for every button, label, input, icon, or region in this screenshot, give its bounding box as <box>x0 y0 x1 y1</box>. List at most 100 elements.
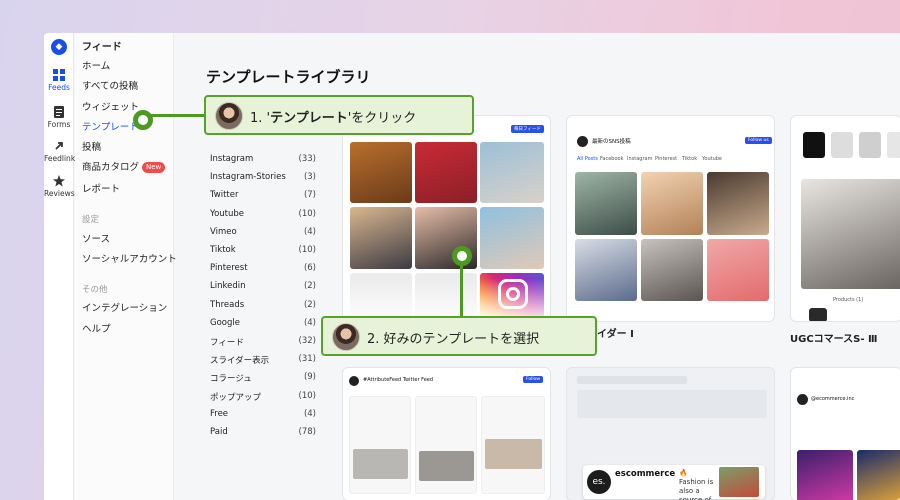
sidebar-item-home[interactable]: ホーム <box>82 58 110 72</box>
card-follow-button[interactable]: Follow <box>523 376 544 383</box>
tweet-card[interactable] <box>415 396 477 494</box>
step2-marker <box>452 246 472 266</box>
post-thumbnail[interactable] <box>641 239 703 301</box>
sidebar-heading-feed: フィード <box>82 42 122 53</box>
filter-item[interactable]: Google (4) <box>210 318 316 328</box>
card-follow-button[interactable]: Follow us <box>745 137 772 144</box>
tweet-card[interactable] <box>481 396 545 494</box>
filter-label: コラージュ <box>210 374 252 385</box>
post-thumbnail[interactable] <box>415 142 477 203</box>
filter-item[interactable]: Paid (78) <box>210 427 316 437</box>
video-thumbnail[interactable] <box>797 450 853 500</box>
filter-item[interactable]: ポップアップ (10) <box>210 391 316 403</box>
filter-label: Threads <box>210 299 245 310</box>
tab-all-posts[interactable]: All Posts <box>577 156 598 162</box>
sidebar-item-product-catalog[interactable]: 商品カタログ New <box>82 159 166 173</box>
video-thumbnail[interactable] <box>857 450 900 500</box>
filter-count: (10) <box>298 390 316 401</box>
filter-label: Youtube <box>210 208 244 219</box>
filter-label: Instagram <box>210 154 254 164</box>
brand-avatar: es. <box>587 470 611 494</box>
rail-label: Forms <box>47 120 71 129</box>
post-thumbnail[interactable] <box>707 239 769 301</box>
template-card-ugc-commerce[interactable]: Products (1) <box>790 115 900 322</box>
filter-item[interactable]: Free (4) <box>210 409 316 419</box>
sidebar-item-sources[interactable]: ソース <box>82 231 110 245</box>
sidebar-item-social-accounts[interactable]: ソーシャルアカウント <box>82 251 177 265</box>
tab-facebook[interactable]: Facebook <box>600 156 624 162</box>
filter-label: Pinterest <box>210 263 248 274</box>
filter-item[interactable]: Instagram (33) <box>210 154 316 164</box>
products-label: Products (1) <box>833 297 864 303</box>
step1-prefix: 1. ' <box>250 111 271 126</box>
filter-count: (4) <box>303 317 316 328</box>
tab-tiktok[interactable]: Tiktok <box>682 156 697 162</box>
app-logo-icon[interactable]: ◆ <box>51 39 67 55</box>
card-header: 最新のSNS投稿 <box>592 139 631 145</box>
presenter-avatar <box>332 323 360 351</box>
filter-item[interactable]: Twitter (7) <box>210 190 316 200</box>
post-thumbnail[interactable] <box>641 172 703 235</box>
sidebar-item-reports[interactable]: レポート <box>82 181 120 195</box>
filter-label: Free <box>210 408 229 419</box>
post-thumbnail[interactable] <box>801 179 900 289</box>
card-caption: UGCコマースS- Ⅲ <box>790 334 878 345</box>
rail-item-feeds[interactable]: Feeds <box>44 69 74 92</box>
filter-count: (31) <box>298 354 316 365</box>
product-thumbnail[interactable] <box>803 132 825 158</box>
filter-count: (2) <box>303 281 316 292</box>
post-thumbnail[interactable] <box>480 142 544 203</box>
tweet-card[interactable] <box>349 396 411 494</box>
filter-item[interactable]: Tiktok (10) <box>210 245 316 255</box>
template-card-twitter-feed[interactable]: #AttributeFeed Twitter Feed Follow <box>342 367 551 500</box>
star-icon <box>53 175 65 187</box>
sidebar-item-help[interactable]: ヘルプ <box>82 321 111 335</box>
brand-avatar <box>349 376 359 386</box>
sidebar-section-other: その他 <box>82 285 108 295</box>
rail-label: Feedlink <box>44 154 76 163</box>
filter-item[interactable]: Linkedin (2) <box>210 281 316 291</box>
filter-item[interactable]: Pinterest (6) <box>210 263 316 273</box>
sidebar-item-posts[interactable]: 投稿 <box>82 139 101 153</box>
card-header: #AttributeFeed Twitter Feed <box>363 377 434 383</box>
filter-item[interactable]: フィード (32) <box>210 336 316 348</box>
post-thumbnail[interactable] <box>707 172 769 235</box>
template-card-video-slider[interactable]: @ecommerce.inc <box>790 367 900 500</box>
card-follow-button[interactable]: 毎日フィード <box>511 125 544 133</box>
tab-instagram[interactable]: Instagram <box>627 156 652 162</box>
filter-item[interactable]: コラージュ (9) <box>210 372 316 384</box>
filter-item[interactable]: Youtube (10) <box>210 209 316 219</box>
tab-youtube[interactable]: Youtube <box>702 156 722 162</box>
template-card-instagram-grid[interactable]: 毎日フィード <box>342 115 551 325</box>
sidebar-item-widgets[interactable]: ウィジェット <box>82 99 139 113</box>
step2-text: 2. 好みのテンプレートを選択 <box>367 332 540 347</box>
popup-notification[interactable]: es. escommerce 🔥 Fashion is also a sourc… <box>583 465 765 500</box>
sidebar-item-templates[interactable]: テンプレート <box>82 119 139 133</box>
product-thumbnail[interactable] <box>831 132 853 158</box>
sidebar-item-integrations[interactable]: インテグレーション <box>82 300 167 314</box>
product-thumbnail[interactable] <box>887 132 900 158</box>
filter-label: Google <box>210 317 240 328</box>
post-thumbnail[interactable] <box>575 239 637 301</box>
rail-item-reviews[interactable]: Reviews <box>44 175 75 198</box>
step2-connector <box>460 266 463 316</box>
product-thumbnail[interactable] <box>809 308 827 321</box>
template-card-popup[interactable]: es. escommerce 🔥 Fashion is also a sourc… <box>566 367 775 500</box>
product-thumbnail[interactable] <box>859 132 881 158</box>
rail-item-forms[interactable]: Forms <box>44 106 74 129</box>
post-thumbnail[interactable] <box>350 142 412 203</box>
template-card-social-slider[interactable]: 最新のSNS投稿 Follow us All Posts Facebook In… <box>566 115 775 322</box>
filter-item[interactable]: Threads (2) <box>210 300 316 310</box>
sidebar-section-settings: 設定 <box>82 215 100 225</box>
tab-pinterest[interactable]: Pinterest <box>655 156 677 162</box>
post-thumbnail[interactable] <box>480 207 544 269</box>
filter-label: ポップアップ <box>210 392 262 403</box>
post-thumbnail[interactable] <box>575 172 637 235</box>
filter-item[interactable]: Vimeo (4) <box>210 227 316 237</box>
step2-callout: 2. 好みのテンプレートを選択 <box>321 316 597 356</box>
sidebar-item-all-posts[interactable]: すべての投稿 <box>82 78 138 92</box>
filter-item[interactable]: スライダー表示 (31) <box>210 354 316 366</box>
filter-item[interactable]: Instagram-Stories (3) <box>210 172 316 182</box>
post-thumbnail[interactable] <box>350 207 412 269</box>
rail-item-feedlink[interactable]: Feedlink <box>44 140 76 163</box>
